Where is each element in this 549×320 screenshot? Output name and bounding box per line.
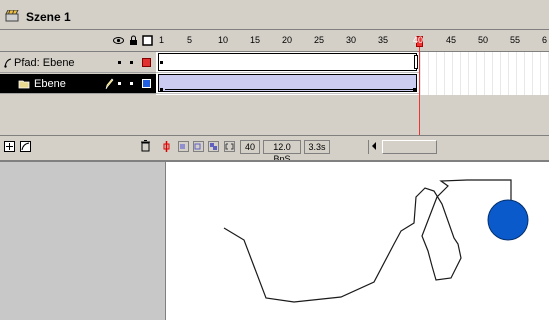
ruler-tick-label: 30 (346, 35, 357, 45)
empty-frames[interactable] (420, 52, 549, 95)
edit-multiple-frames-icon[interactable] (208, 141, 219, 152)
ruler-tick-label: 55 (510, 35, 521, 45)
visibility-dot[interactable] (118, 61, 121, 64)
keyframe-dot[interactable] (160, 61, 163, 64)
playhead-line (419, 47, 420, 135)
lock-dot[interactable] (130, 82, 133, 85)
layer-icon (18, 80, 30, 89)
ruler-tick-label: 20 (282, 35, 293, 45)
motion-guide-path[interactable] (223, 179, 512, 303)
ruler-tick-label: 50 (478, 35, 489, 45)
layer-row-guide[interactable]: Pfad: Ebene (0, 53, 156, 73)
ruler-tick-label: 35 (378, 35, 389, 45)
ruler-tick-label: 1 (159, 35, 165, 45)
timeline-panel: Pfad: Ebene Ebene 1 5 10 15 20 25 30 35 … (0, 30, 549, 164)
scene-clapper-icon (5, 10, 19, 22)
ruler-tick-label: 5 (187, 35, 193, 45)
layer-list: Pfad: Ebene Ebene (0, 30, 156, 157)
onion-skin-outlines-icon[interactable] (193, 141, 204, 152)
pencil-edit-icon (105, 78, 114, 90)
ruler-tick-label: 15 (250, 35, 261, 45)
delete-layer-trash-icon[interactable] (140, 140, 151, 152)
timeline-status-bar: 40 12.0 BpS 3.3s (156, 135, 549, 164)
layer-controls (0, 135, 156, 157)
animated-ball[interactable] (487, 199, 529, 241)
outline-color-square[interactable] (142, 79, 151, 88)
scene-name[interactable]: Szene 1 (26, 10, 71, 24)
outline-all-icon[interactable] (142, 35, 153, 46)
ruler-tick-label: 45 (446, 35, 457, 45)
scroll-thumb[interactable] (382, 140, 437, 154)
frames-empty-area (156, 95, 549, 135)
scene-bar: Szene 1 (0, 0, 549, 30)
end-frame-marker (414, 55, 418, 69)
frame-area: 1 5 10 15 20 25 30 35 40 45 50 55 6 40 1… (156, 30, 549, 164)
add-guide-layer-icon[interactable] (20, 141, 31, 152)
frames-grid[interactable] (156, 52, 549, 95)
stage-artwork (223, 179, 529, 303)
ruler-tick-label: 10 (218, 35, 229, 45)
modify-onion-markers-icon[interactable] (224, 141, 235, 152)
visibility-dot[interactable] (118, 82, 121, 85)
current-frame-field: 40 (240, 140, 260, 154)
lock-dot[interactable] (130, 61, 133, 64)
layer-header (0, 30, 156, 52)
tween-arrow-line (165, 89, 413, 90)
keyframe-dot[interactable] (160, 88, 163, 91)
layer-name: Pfad: Ebene (14, 57, 75, 69)
layer-name: Ebene (34, 78, 66, 90)
lock-all-icon[interactable] (128, 35, 139, 46)
frame-span[interactable] (158, 53, 417, 71)
stage-canvas[interactable] (166, 160, 549, 320)
layer-empty-area (0, 95, 156, 135)
add-layer-icon[interactable] (4, 141, 15, 152)
elapsed-time-field: 3.3s (304, 140, 330, 154)
keyframe-dot[interactable] (413, 88, 416, 91)
ruler-tick-label: 40 (413, 35, 424, 45)
ruler-tick-label: 6 (542, 35, 548, 45)
scroll-left-arrow-icon[interactable] (372, 142, 376, 150)
show-hide-all-eye-icon[interactable] (113, 35, 124, 46)
frame-rate-field: 12.0 BpS (263, 140, 301, 164)
pasteboard (0, 160, 166, 320)
ruler-tick-label: 25 (314, 35, 325, 45)
layer-row-selected[interactable]: Ebene (0, 74, 156, 94)
onion-skin-icon[interactable] (178, 141, 189, 152)
frame-ruler[interactable]: 1 5 10 15 20 25 30 35 40 45 50 55 6 (156, 30, 549, 52)
guide-layer-icon (4, 58, 12, 68)
center-frame-icon[interactable] (161, 141, 172, 152)
outline-color-square[interactable] (142, 58, 151, 67)
